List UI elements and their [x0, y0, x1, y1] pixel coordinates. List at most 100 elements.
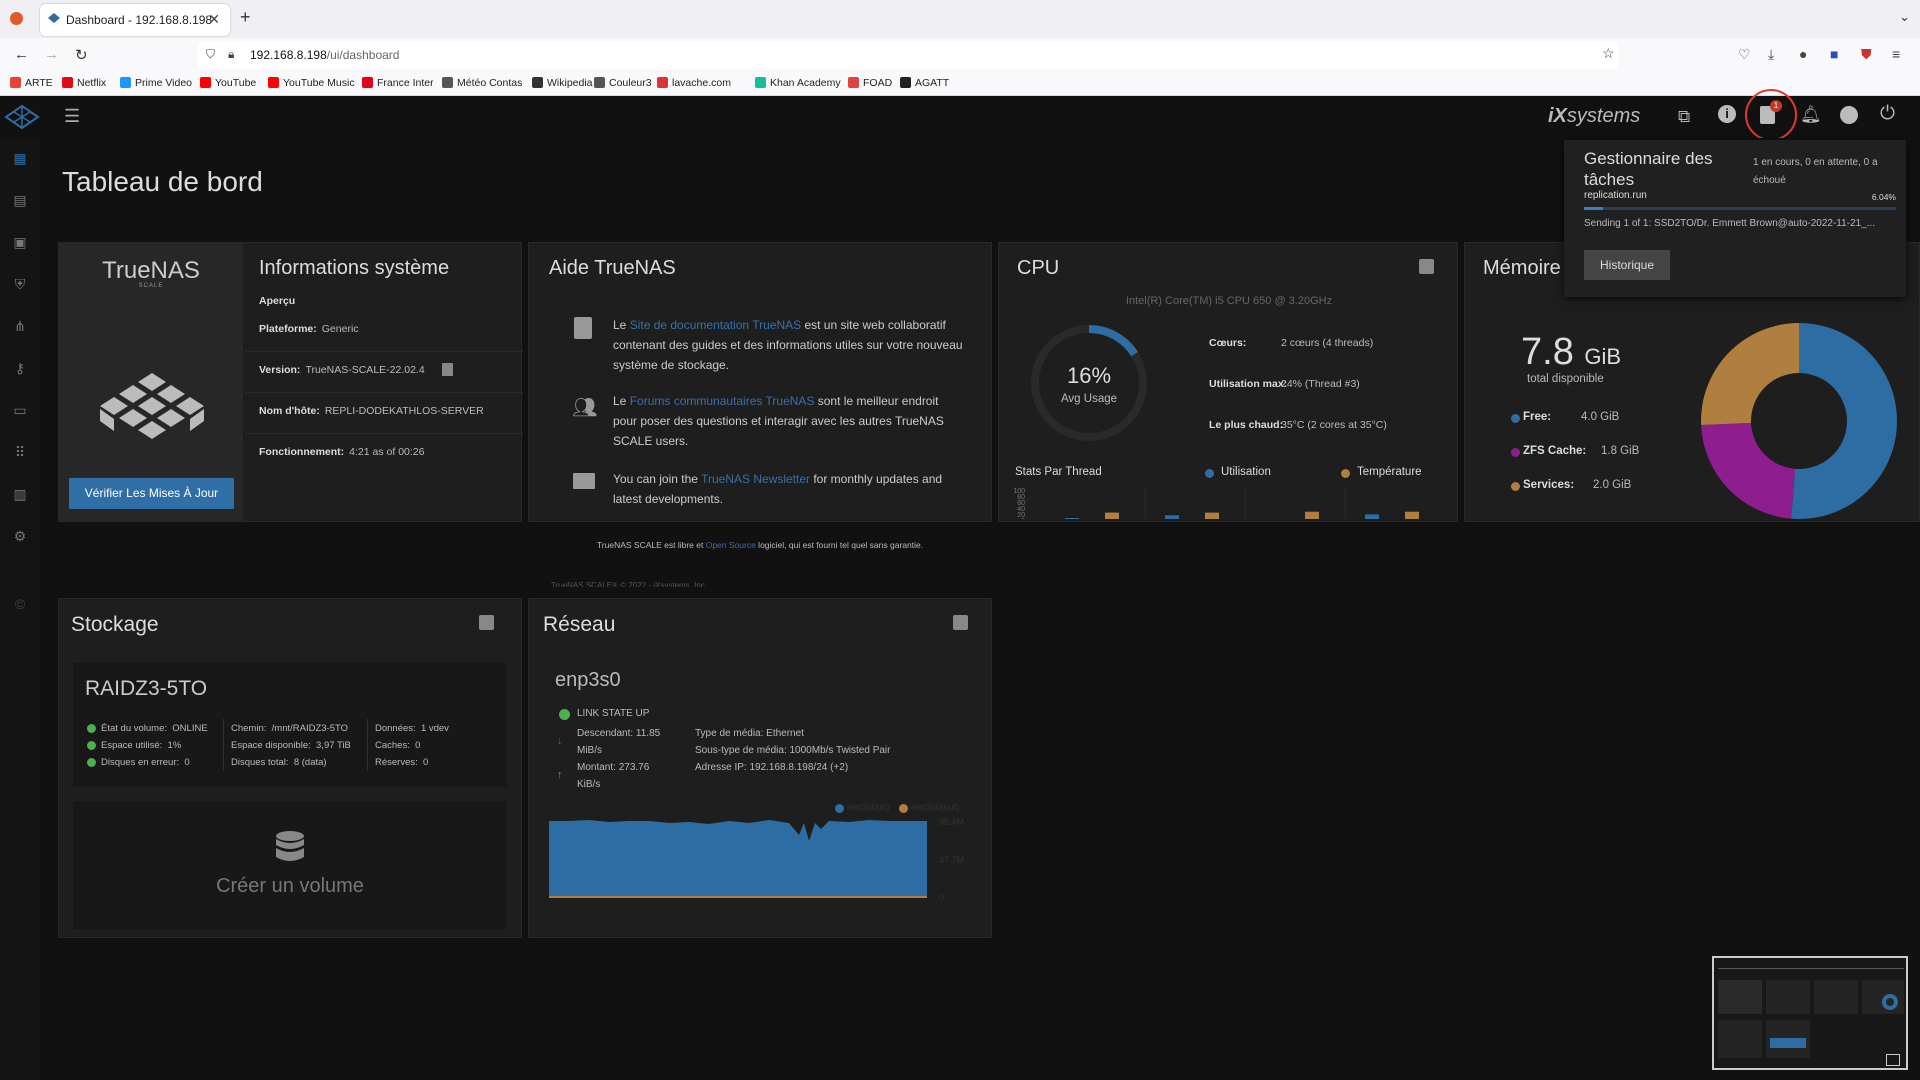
datasets-icon[interactable]: ▣ [10, 234, 30, 254]
back-icon[interactable]: ← [14, 46, 29, 63]
system-settings-icon[interactable]: ⚙ [10, 528, 30, 548]
copy-version-icon[interactable] [442, 363, 453, 376]
notifications-bell-icon[interactable]: 🔔︎ [1800, 105, 1822, 125]
open-source-link[interactable]: Open Source [706, 540, 756, 550]
storage-icon[interactable]: ▤ [10, 192, 30, 212]
credentials-icon[interactable]: ⚷ [10, 360, 30, 380]
memory-legend-label: Services: [1523, 479, 1575, 491]
tab-title: Dashboard - 192.168.8.198 [66, 13, 213, 27]
pool-panel[interactable]: RAIDZ3-5TO État du volume: ONLINE Espace … [73, 663, 507, 787]
copyright-icon[interactable]: © [10, 596, 30, 616]
docs-link[interactable]: Site de documentation TrueNAS [630, 318, 801, 332]
shield-icon[interactable]: ⛉ [206, 47, 215, 62]
brand-text: systems [1566, 105, 1641, 127]
page-title: Tableau de bord [62, 166, 263, 197]
community-icon: 👥︎ [572, 397, 598, 419]
truecommand-icon[interactable]: ⧉ [1678, 107, 1690, 127]
apps-icon[interactable]: ⠿ [10, 444, 30, 464]
bookmark-0[interactable]: ARTE [10, 77, 53, 89]
virtualization-icon[interactable]: ▭ [10, 402, 30, 422]
pool-stat: État du volume: ONLINE [101, 723, 208, 734]
extension-c-icon[interactable]: ● [1799, 46, 1807, 62]
download-arrow-icon: ↓ [557, 735, 563, 747]
cpu-report-icon[interactable] [1419, 259, 1434, 274]
cpu-card: CPU Intel(R) Core(TM) i5 CPU 650 @ 3.20G… [998, 242, 1458, 522]
bookmark-10[interactable]: Khan Academy [755, 77, 841, 89]
divider [245, 351, 523, 352]
history-button[interactable]: Historique [1584, 250, 1670, 280]
extension-q-icon[interactable]: ■ [1830, 46, 1838, 62]
bookmark-6[interactable]: Météo Contas [442, 77, 522, 89]
network-icon[interactable]: ⋔ [10, 318, 30, 338]
bookmark-favicon-icon [848, 77, 859, 88]
link-state: LINK STATE UP [577, 708, 650, 719]
power-icon[interactable]: ⏻ [1880, 103, 1895, 125]
bookmark-2[interactable]: Prime Video [120, 77, 192, 89]
data-protection-icon[interactable]: ⛨ [10, 276, 30, 296]
dashboard-icon[interactable]: ▦ [10, 150, 30, 170]
memory-slice-0 [1791, 323, 1897, 519]
pocket-icon[interactable]: ♡ [1738, 46, 1751, 63]
bookmark-label: lavache.com [672, 77, 731, 89]
list-tabs-icon[interactable]: ⌄ [1899, 9, 1910, 25]
pool-stat: Disques en erreur: 0 [101, 757, 190, 768]
create-volume-panel[interactable]: Créer un volume [73, 801, 507, 929]
highlight-circle [1745, 89, 1797, 141]
storage-report-icon[interactable] [479, 615, 494, 630]
divider [245, 433, 523, 434]
copyright-text: TrueNAS SCALE® © 2022 - iXsystems, Inc. [551, 581, 707, 587]
bookmark-1[interactable]: Netflix [62, 77, 106, 89]
bookmark-favicon-icon [594, 77, 605, 88]
bookmark-star-icon[interactable]: ☆ [1602, 45, 1615, 62]
url-path: /ui/dashboard [326, 48, 400, 62]
bookmark-4[interactable]: YouTube Music [268, 77, 355, 89]
sysinfo-row-value: REPLI-DODEKATHLOS-SERVER [324, 405, 484, 417]
hamburger-menu-icon[interactable]: ☰ [64, 106, 80, 127]
divider [245, 392, 523, 393]
menu-icon[interactable]: ≡ [1892, 46, 1900, 62]
memory-title: Mémoire [1483, 257, 1561, 279]
download-icon[interactable]: ⤓ [1768, 46, 1774, 63]
task-summary: 1 en cours, 0 en attente, 0 a échoué [1753, 157, 1878, 186]
ixsystems-logo[interactable]: iXsystems [1548, 105, 1640, 128]
truenas-logo-icon[interactable] [4, 104, 40, 130]
lock-icon[interactable]: 🔒︎ [228, 47, 234, 62]
cpu-bar-temp-1 [1205, 512, 1219, 519]
memory-donut-chart [1701, 323, 1897, 519]
max-usage-label: Utilisation max: [1209, 378, 1288, 390]
network-report-icon[interactable] [953, 615, 968, 630]
ublock-icon[interactable]: ⛊ [1861, 46, 1872, 63]
info-icon[interactable]: i [1718, 105, 1736, 123]
bookmark-12[interactable]: AGATT [900, 77, 949, 89]
bookmark-8[interactable]: Couleur3 [594, 77, 652, 89]
memory-legend-swatch [1511, 414, 1520, 423]
bookmark-label: Couleur3 [609, 77, 652, 89]
bookmark-3[interactable]: YouTube [200, 77, 256, 89]
firefox-icon[interactable] [10, 12, 23, 25]
divider [223, 719, 224, 771]
docs-pre: Le [613, 318, 630, 332]
sysinfo-row-label: Fonctionnement: [259, 446, 345, 458]
forums-link[interactable]: Forums communautaires TrueNAS [630, 394, 815, 408]
reload-icon[interactable]: ↻ [75, 46, 88, 64]
new-tab-button[interactable]: + [240, 7, 251, 28]
close-tab-icon[interactable]: ✕ [208, 11, 220, 28]
account-icon[interactable] [1840, 106, 1858, 124]
newsletter-link[interactable]: TrueNAS Newsletter [701, 472, 810, 486]
truenas-logo-text: TrueNAS [102, 257, 200, 284]
bookmark-9[interactable]: lavache.com [657, 77, 731, 89]
cpu-usage-value: 16% [1066, 363, 1112, 388]
pool-name: RAIDZ3-5TO [85, 677, 208, 700]
forward-icon[interactable]: → [44, 46, 59, 63]
download-rate: Descendant: 11.85 MiB/s [577, 725, 660, 759]
reporting-icon[interactable]: ▥ [10, 486, 30, 506]
screen-preview-thumbnail[interactable] [1712, 956, 1908, 1070]
browser-tab[interactable]: Dashboard - 192.168.8.198 ✕ [40, 4, 230, 36]
bookmark-5[interactable]: France Inter [362, 77, 434, 89]
url-bar[interactable]: ⛉ 🔒︎ 192.168.8.198/ui/dashboard ☆ [198, 42, 1618, 69]
check-updates-button[interactable]: Vérifier Les Mises À Jour [69, 478, 234, 509]
media-subtype: Sous-type de média: 1000Mb/s Twisted Pai… [695, 745, 891, 756]
pool-stat: Espace utilisé: 1% [101, 740, 182, 751]
bookmark-11[interactable]: FOAD [848, 77, 892, 89]
bookmark-7[interactable]: Wikipedia [532, 77, 593, 89]
